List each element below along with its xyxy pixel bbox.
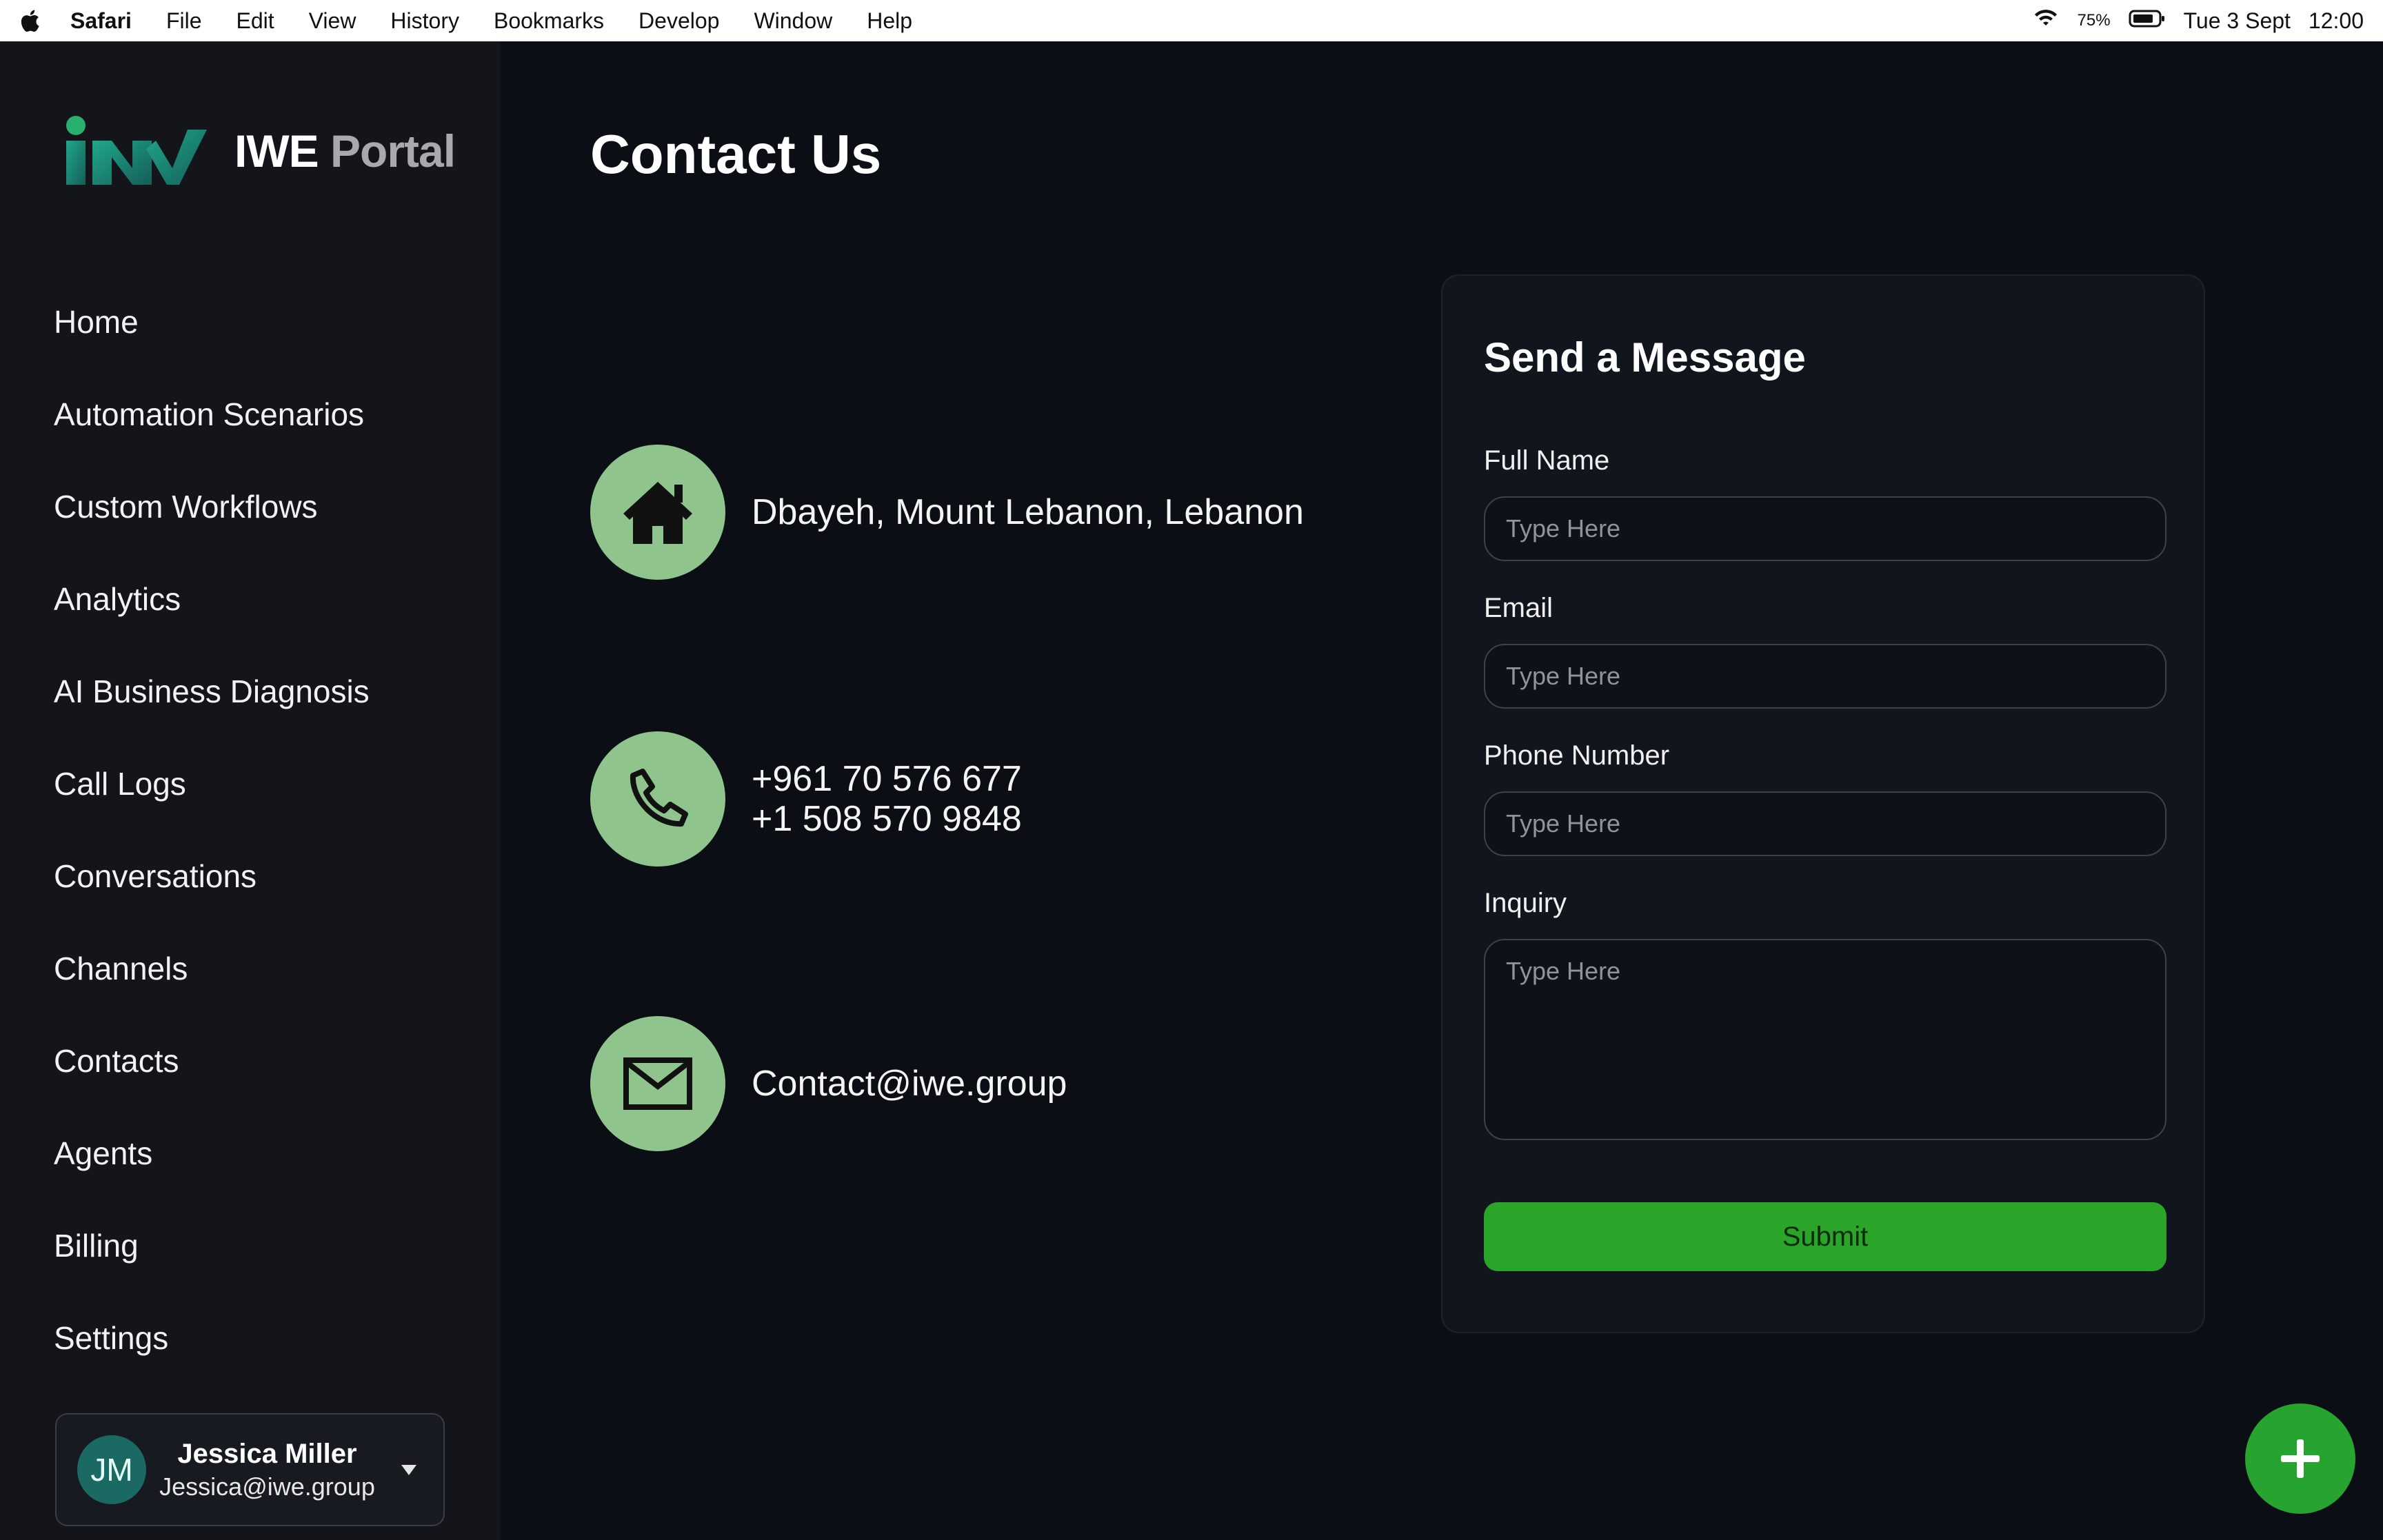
sidebar-item-settings[interactable]: Settings	[54, 1292, 467, 1384]
phone-number-1[interactable]: +961 70 576 677	[752, 759, 1022, 799]
contact-email: Contact@iwe.group	[590, 1016, 1067, 1151]
sidebar-item-home[interactable]: Home	[54, 276, 467, 368]
menu-help[interactable]: Help	[867, 8, 912, 34]
sidebar-nav: Home Automation Scenarios Custom Workflo…	[54, 276, 467, 1384]
chevron-down-icon[interactable]	[395, 1456, 423, 1483]
menu-view[interactable]: View	[309, 8, 356, 34]
form-title: Send a Message	[1484, 334, 1806, 381]
sidebar: IWE Portal Home Automation Scenarios Cus…	[0, 41, 501, 1540]
menubar-date[interactable]: Tue 3 Sept	[2184, 8, 2291, 34]
message-form: Send a Message Full Name Email Phone Num…	[1441, 274, 2205, 1333]
sidebar-item-agents[interactable]: Agents	[54, 1107, 467, 1199]
iwe-logo-icon	[66, 116, 207, 185]
menu-edit[interactable]: Edit	[237, 8, 274, 34]
contact-address: Dbayeh, Mount Lebanon, Lebanon	[590, 445, 1304, 580]
address-text: Dbayeh, Mount Lebanon, Lebanon	[752, 492, 1304, 532]
home-icon	[590, 445, 725, 580]
inquiry-textarea[interactable]	[1484, 939, 2166, 1140]
full-name-input[interactable]	[1484, 496, 2166, 561]
menu-bar: Safari File Edit View History Bookmarks …	[0, 0, 2383, 41]
mail-icon	[590, 1016, 725, 1151]
inquiry-label: Inquiry	[1484, 888, 1567, 918]
page-title: Contact Us	[590, 123, 882, 185]
apple-icon[interactable]	[19, 7, 43, 34]
sidebar-item-automation-scenarios[interactable]: Automation Scenarios	[54, 368, 467, 460]
full-name-label: Full Name	[1484, 445, 1610, 476]
menu-history[interactable]: History	[390, 8, 459, 34]
menu-bookmarks[interactable]: Bookmarks	[494, 8, 604, 34]
phone-input[interactable]	[1484, 791, 2166, 856]
add-button[interactable]	[2245, 1404, 2355, 1514]
sidebar-item-call-logs[interactable]: Call Logs	[54, 738, 467, 830]
status-area: 75% Tue 3 Sept 12:00	[2032, 8, 2364, 34]
avatar: JM	[77, 1435, 146, 1504]
sidebar-item-analytics[interactable]: Analytics	[54, 553, 467, 645]
sidebar-item-custom-workflows[interactable]: Custom Workflows	[54, 460, 467, 553]
user-menu[interactable]: JM Jessica Miller Jessica@iwe.group	[55, 1413, 445, 1526]
email-label: Email	[1484, 593, 1554, 623]
sidebar-item-contacts[interactable]: Contacts	[54, 1015, 467, 1107]
email-text[interactable]: Contact@iwe.group	[752, 1064, 1067, 1104]
menu-window[interactable]: Window	[754, 8, 832, 34]
submit-button[interactable]: Submit	[1484, 1202, 2166, 1271]
sidebar-item-ai-business-diagnosis[interactable]: AI Business Diagnosis	[54, 645, 467, 738]
brand[interactable]: IWE Portal	[62, 113, 456, 189]
user-info: Jessica Miller Jessica@iwe.group	[146, 1439, 388, 1501]
menu-safari[interactable]: Safari	[70, 8, 132, 34]
battery-icon[interactable]	[2129, 8, 2166, 34]
email-input[interactable]	[1484, 644, 2166, 709]
menu-develop[interactable]: Develop	[639, 8, 719, 34]
sidebar-item-channels[interactable]: Channels	[54, 922, 467, 1015]
phone-label: Phone Number	[1484, 740, 1670, 771]
user-name: Jessica Miller	[177, 1438, 357, 1469]
sidebar-item-billing[interactable]: Billing	[54, 1199, 467, 1292]
brand-name: IWE Portal	[234, 125, 456, 176]
plus-icon	[2281, 1439, 2320, 1478]
battery-percent: 75%	[2077, 11, 2111, 30]
phone-numbers: +961 70 576 677 +1 508 570 9848	[752, 759, 1022, 839]
menu-file[interactable]: File	[166, 8, 202, 34]
user-email: Jessica@iwe.group	[159, 1472, 375, 1501]
wifi-icon[interactable]	[2032, 8, 2060, 34]
menubar-time[interactable]: 12:00	[2309, 8, 2364, 34]
phone-number-2[interactable]: +1 508 570 9848	[752, 799, 1022, 839]
phone-icon	[590, 731, 725, 867]
sidebar-item-conversations[interactable]: Conversations	[54, 830, 467, 922]
contact-phone: +961 70 576 677 +1 508 570 9848	[590, 731, 1022, 867]
